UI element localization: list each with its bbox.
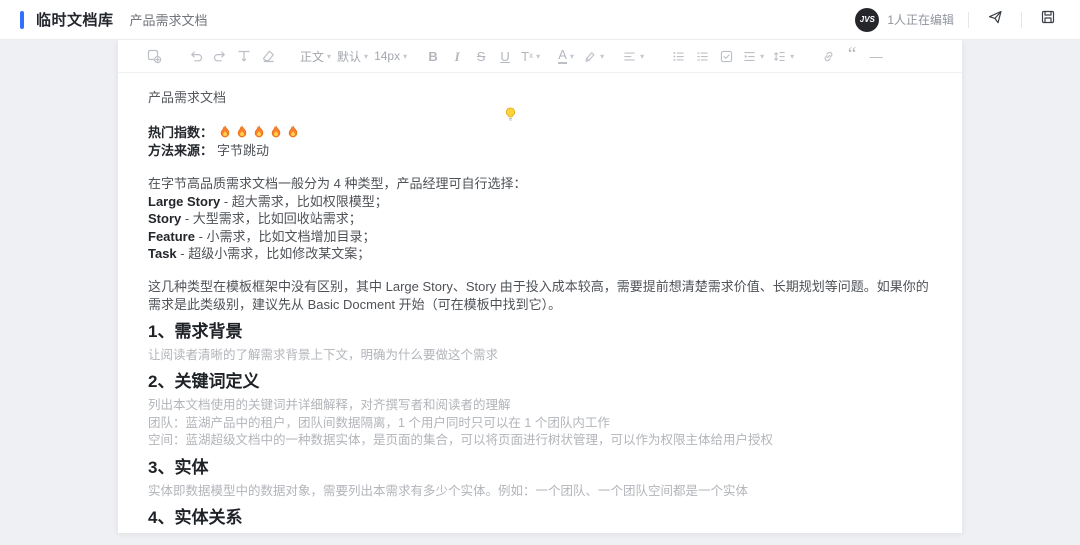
fire-emoji-icon <box>288 125 298 138</box>
strikethrough-button[interactable]: S <box>471 45 491 67</box>
section-line[interactable]: 空间：蓝湖超级文档中的一种数据实体，是页面的集合，可以将页面进行树状管理，可以作… <box>148 432 932 450</box>
indent-icon <box>742 49 757 64</box>
workspace-title[interactable]: 临时文档库 <box>36 9 114 30</box>
format-painter-icon <box>236 48 252 64</box>
undo-icon <box>188 48 204 64</box>
checkbox-icon <box>719 49 734 64</box>
line-spacing-dropdown[interactable] <box>770 45 796 67</box>
document-page: 正文 默认 14px B I S U Tx A <box>118 40 962 533</box>
section-line[interactable]: 让阅读者清晰的了解需求背景上下文，明确为什么要做这个需求 <box>148 347 932 365</box>
hot-index-row[interactable]: 热门指数： <box>148 123 932 141</box>
note-paragraph[interactable]: 这几种类型在模板框架中没有区别，其中 Large Story、Story 由于投… <box>148 278 932 314</box>
top-bar: 临时文档库 产品需求文档 JVS 1人正在编辑 <box>0 0 1080 40</box>
share-button[interactable] <box>983 8 1007 32</box>
redo-icon <box>212 48 228 64</box>
lightbulb-icon <box>504 107 517 127</box>
paper-plane-icon <box>987 9 1003 30</box>
indent-dropdown[interactable] <box>740 45 766 67</box>
section-heading[interactable]: 3、实体 <box>148 457 932 479</box>
line-spacing-icon <box>772 49 787 64</box>
save-icon <box>1040 9 1056 30</box>
font-family-dropdown[interactable]: 默认 <box>337 48 368 65</box>
intro-paragraph[interactable]: 在字节高品质需求文档一般分为 4 种类型，产品经理可自行选择： <box>148 175 932 193</box>
ordered-list-button[interactable] <box>692 45 712 67</box>
type-row[interactable]: Feature - 小需求，比如文档增加目录； <box>148 228 932 246</box>
bold-button[interactable]: B <box>423 45 443 67</box>
align-dropdown[interactable] <box>620 45 646 67</box>
source-value: 字节跳动 <box>217 142 270 158</box>
clear-format-button[interactable] <box>258 45 278 67</box>
insert-card-button[interactable] <box>144 45 164 67</box>
horizontal-rule-button[interactable]: — <box>866 45 886 67</box>
divider <box>968 11 969 28</box>
format-painter-button[interactable] <box>234 45 254 67</box>
link-button[interactable] <box>818 45 838 67</box>
fire-emoji-icon <box>220 125 230 138</box>
font-size-dropdown[interactable]: 14px <box>374 49 407 63</box>
section-entity: 3、实体 实体即数据模型中的数据对象，需要列出本需求有多少个实体。例如：一个团队… <box>148 457 932 501</box>
section-requirement-background: 1、需求背景 让阅读者清晰的了解需求背景上下文，明确为什么要做这个需求 <box>148 321 932 365</box>
paragraph-style-dropdown[interactable]: 正文 <box>300 48 331 65</box>
editor-content[interactable]: 产品需求文档 热门指数： 方法来源： 字节跳动 在字节高品质需求文档一般分为 4… <box>118 73 962 533</box>
superscript-dropdown[interactable]: Tx <box>519 45 542 67</box>
bullet-list-button[interactable] <box>668 45 688 67</box>
type-row[interactable]: Large Story - 超大需求，比如权限模型； <box>148 193 932 211</box>
section-entity-relationship: 4、实体关系 用来表现数据对象与数据对象之间的关系，即实体与实体间的关系，我们通… <box>148 507 932 533</box>
section-line[interactable]: 团队：蓝湖产品中的租户，团队间数据隔离，1 个用户同时只可以在 1 个团队内工作 <box>148 415 932 433</box>
bullet-list-icon <box>671 49 686 64</box>
quote-icon: “ <box>847 44 857 65</box>
eraser-icon <box>260 48 276 64</box>
section-line[interactable]: 实体即数据模型中的数据对象，需要列出本需求有多少个实体。例如：一个团队、一个团队… <box>148 483 932 501</box>
hot-index-label: 热门指数： <box>148 125 214 141</box>
section-heading[interactable]: 1、需求背景 <box>148 321 932 343</box>
section-line[interactable]: 列出本文档使用的关键词并详细解释，对齐撰写者和阅读者的理解 <box>148 397 932 415</box>
type-row[interactable]: Story - 大型需求，比如回收站需求； <box>148 210 932 228</box>
doc-body-title[interactable]: 产品需求文档 <box>148 89 932 107</box>
undo-button[interactable] <box>186 45 206 67</box>
ordered-list-icon <box>695 49 710 64</box>
avatar[interactable]: JVS <box>855 7 880 32</box>
topbar-right: JVS 1人正在编辑 <box>855 7 1060 32</box>
section-heading[interactable]: 4、实体关系 <box>148 507 932 529</box>
align-left-icon <box>622 49 637 64</box>
fire-emoji-icon <box>271 125 281 138</box>
meta-block: 热门指数： 方法来源： 字节跳动 <box>148 123 932 158</box>
task-list-button[interactable] <box>716 45 736 67</box>
save-button[interactable] <box>1036 8 1060 32</box>
fire-emoji-icon <box>237 125 247 138</box>
section-heading[interactable]: 2、关键词定义 <box>148 371 932 393</box>
type-row[interactable]: Task - 超级小需求，比如修改某文案； <box>148 245 932 263</box>
redo-button[interactable] <box>210 45 230 67</box>
quote-button[interactable]: “ <box>842 45 862 67</box>
divider <box>1021 11 1022 28</box>
editing-status: 1人正在编辑 <box>887 13 954 27</box>
italic-button[interactable]: I <box>447 45 467 67</box>
source-label: 方法来源： <box>148 142 214 158</box>
link-icon <box>821 49 836 64</box>
insert-card-icon <box>146 48 162 64</box>
divider-icon: — <box>869 48 883 64</box>
font-color-icon: A <box>558 47 567 64</box>
highlighter-icon <box>582 49 597 64</box>
type-list: Large Story - 超大需求，比如权限模型； Story - 大型需求，… <box>148 193 932 263</box>
font-color-dropdown[interactable]: A <box>556 45 576 67</box>
fire-emoji-icon <box>254 125 264 138</box>
fire-emojis <box>219 125 304 139</box>
highlight-color-dropdown[interactable] <box>580 45 606 67</box>
breadcrumb-doc-title[interactable]: 产品需求文档 <box>130 10 208 29</box>
editor-toolbar: 正文 默认 14px B I S U Tx A <box>118 40 962 73</box>
workspace-accent-bar <box>20 10 24 29</box>
source-row[interactable]: 方法来源： 字节跳动 <box>148 141 932 159</box>
underline-button[interactable]: U <box>495 45 515 67</box>
section-keyword-definition: 2、关键词定义 列出本文档使用的关键词并详细解释，对齐撰写者和阅读者的理解 团队… <box>148 371 932 450</box>
